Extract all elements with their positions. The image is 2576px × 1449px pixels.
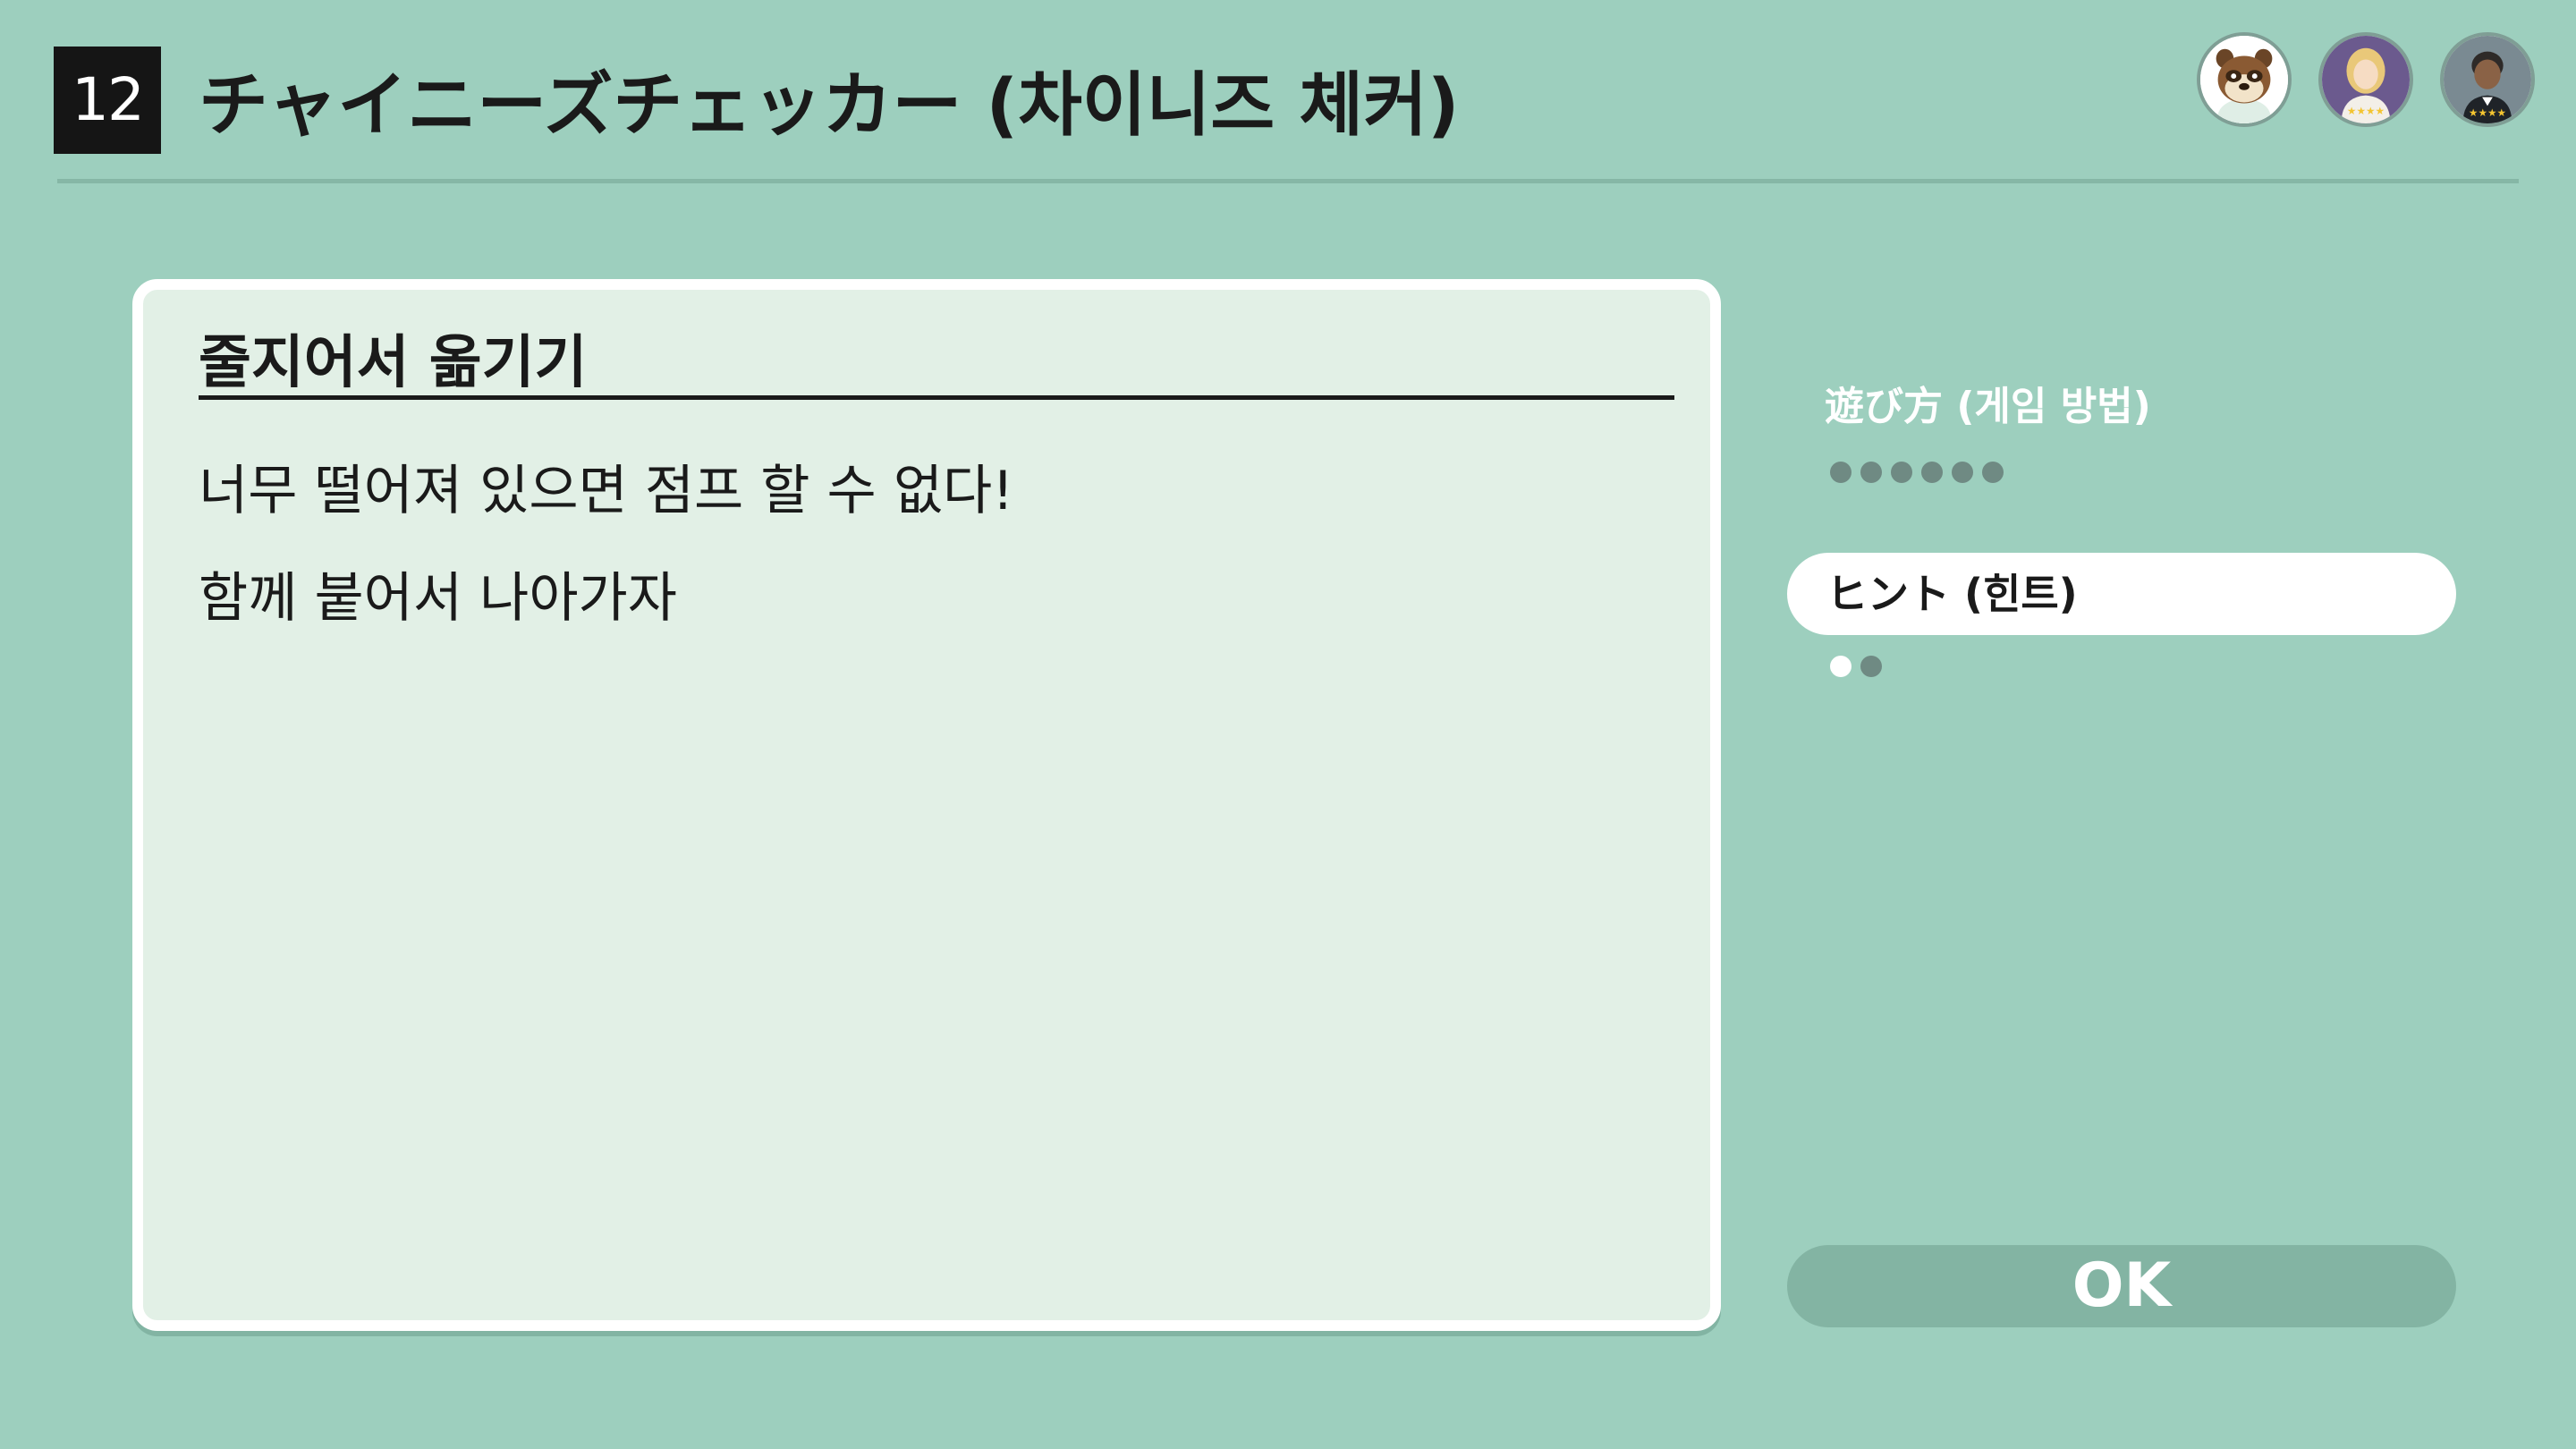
dark-haired-player-avatar-icon: ★★★★ [2440, 32, 2535, 127]
page-dot [1830, 462, 1852, 483]
tanuki-avatar-icon [2197, 32, 2292, 127]
page-dot [1891, 462, 1912, 483]
svg-text:★★★★: ★★★★ [2347, 105, 2385, 117]
hint-text-line: 너무 떨어져 있으면 점프 할 수 없다! [199, 460, 1014, 522]
svg-text:★★★★: ★★★★ [2469, 106, 2506, 119]
menu-item-hint[interactable]: ヒント (힌트) [1787, 553, 2456, 635]
game-title: チャイニーズチェッカー (차이니즈 체커) [199, 65, 1460, 146]
player-avatars: ★★★★ ★★★★ [2197, 32, 2535, 127]
game-number-badge: 12 [54, 47, 161, 154]
ok-button[interactable]: OK [1787, 1245, 2456, 1327]
page-dot [1921, 462, 1943, 483]
how-to-play-page-dots [1830, 462, 2004, 483]
page-dot [1860, 656, 1882, 677]
blonde-player-avatar-icon: ★★★★ [2318, 32, 2413, 127]
hint-heading-divider [199, 395, 1674, 400]
page-dot [1860, 462, 1882, 483]
menu-item-how-to-play[interactable]: 遊び方 (게임 방법) [1825, 374, 2151, 431]
hint-heading: 줄지어서 옮기기 [199, 330, 588, 396]
page-dot [1952, 462, 1973, 483]
page-dot [1982, 462, 2004, 483]
hint-page-dots [1830, 656, 1882, 677]
game-guide-screen: 12 チャイニーズチェッカー (차이니즈 체커) ★★★★ ★★★★ 줄지어서 … [0, 0, 2576, 1449]
page-dot [1830, 656, 1852, 677]
hint-text-line: 함께 붙어서 나아가자 [199, 567, 677, 630]
hint-panel: 줄지어서 옮기기 너무 떨어져 있으면 점프 할 수 없다! 함께 붙어서 나아… [132, 279, 1721, 1331]
header-divider [57, 179, 2519, 183]
